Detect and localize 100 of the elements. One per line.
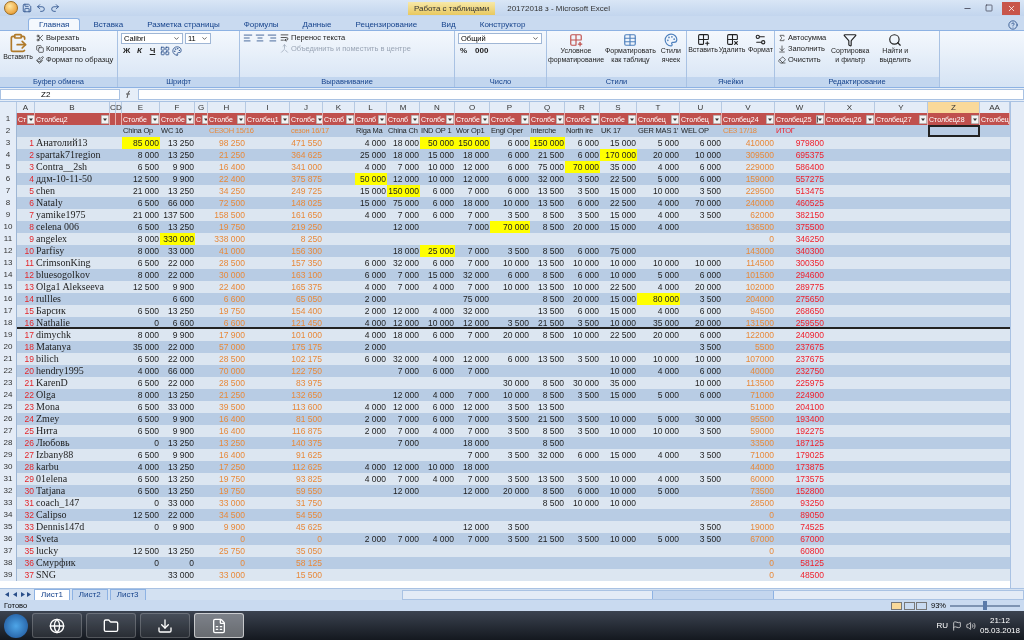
vertical-scrollbar[interactable] — [1010, 102, 1024, 588]
filter-dropdown-button[interactable] — [411, 114, 419, 124]
thousands-button[interactable]: 000 — [475, 46, 489, 55]
row-header[interactable]: 37 — [0, 545, 17, 557]
row-header[interactable]: 30 — [0, 461, 17, 473]
row-header[interactable]: 33 — [0, 497, 17, 509]
filter-dropdown-button[interactable] — [281, 114, 289, 124]
filter-dropdown-button[interactable] — [101, 114, 109, 124]
filter-dropdown-button[interactable] — [378, 114, 386, 124]
sort-filter-button[interactable] — [816, 114, 824, 124]
underline-button[interactable]: Ч — [147, 46, 158, 56]
italic-button[interactable]: К — [134, 46, 145, 56]
ribbon-tab[interactable]: Рецензирование — [344, 18, 429, 30]
row-header[interactable]: 4 — [0, 149, 17, 161]
row-header[interactable]: 29 — [0, 449, 17, 461]
filter-dropdown-button[interactable] — [237, 114, 245, 124]
filter-dropdown-button[interactable] — [481, 114, 489, 124]
horizontal-scrollbar[interactable] — [402, 589, 1024, 600]
ribbon-tab[interactable]: Вставка — [82, 18, 135, 30]
row-header[interactable]: 16 — [0, 293, 17, 305]
filter-dropdown-button[interactable] — [866, 114, 874, 124]
clock[interactable]: 21:12 05.03.2018 — [979, 615, 1020, 636]
row-header[interactable]: 14 — [0, 269, 17, 281]
row-header[interactable]: 36 — [0, 533, 17, 545]
filter-dropdown-button[interactable] — [971, 114, 979, 124]
row-header[interactable]: 3 — [0, 137, 17, 149]
ribbon-tab[interactable]: Конструктор — [468, 18, 537, 30]
filter-dropdown-button[interactable] — [186, 114, 194, 124]
row-header[interactable]: 13 — [0, 257, 17, 269]
ribbon-tab[interactable]: Разметка страницы — [136, 18, 231, 30]
row-header[interactable]: 35 — [0, 521, 17, 533]
row-header[interactable]: 39 — [0, 569, 17, 581]
ribbon-tab[interactable]: Данные — [291, 18, 343, 30]
help-icon[interactable] — [1008, 20, 1018, 30]
start-button[interactable] — [4, 613, 28, 638]
row-header[interactable]: 5 — [0, 161, 17, 173]
filter-dropdown-button[interactable] — [27, 114, 34, 124]
row-header[interactable]: 24 — [0, 389, 17, 401]
taskbar-button[interactable] — [140, 613, 190, 638]
zoom-slider[interactable] — [950, 604, 1020, 607]
row-header[interactable]: 21 — [0, 353, 17, 365]
filter-dropdown-button[interactable] — [713, 114, 721, 124]
taskbar-button[interactable] — [86, 613, 136, 638]
filter-dropdown-button[interactable] — [556, 114, 564, 124]
row-header[interactable]: 23 — [0, 377, 17, 389]
filter-dropdown-button[interactable] — [628, 114, 636, 124]
view-icon[interactable] — [891, 601, 927, 610]
active-cell[interactable] — [928, 125, 980, 137]
row-header[interactable]: 11 — [0, 233, 17, 245]
flag-icon[interactable] — [951, 620, 962, 631]
taskbar-button[interactable] — [32, 613, 82, 638]
row-header[interactable]: 7 — [0, 185, 17, 197]
name-box[interactable]: Z2 — [0, 89, 120, 100]
row-header[interactable]: 8 — [0, 197, 17, 209]
save-icon[interactable] — [22, 3, 32, 13]
row-header[interactable]: 15 — [0, 281, 17, 293]
row-header[interactable]: 12 — [0, 245, 17, 257]
row-header[interactable]: 26 — [0, 413, 17, 425]
borders-icon[interactable] — [160, 46, 170, 56]
volume-icon[interactable] — [965, 620, 976, 631]
row-header[interactable]: 38 — [0, 557, 17, 569]
office-button[interactable] — [4, 1, 18, 15]
row-header[interactable]: 25 — [0, 401, 17, 413]
filter-dropdown-button[interactable] — [919, 114, 927, 124]
row-header[interactable]: 19 — [0, 329, 17, 341]
ribbon-tab[interactable]: Формулы — [232, 18, 290, 30]
row-header[interactable]: 27 — [0, 425, 17, 437]
row-header[interactable]: 20 — [0, 341, 17, 353]
sheet-tab[interactable]: Лист3 — [109, 588, 146, 601]
filter-dropdown-button[interactable] — [521, 114, 529, 124]
sheet-tab[interactable]: Лист2 — [71, 588, 108, 601]
filter-dropdown-button[interactable] — [151, 114, 159, 124]
filter-dropdown-button[interactable] — [591, 114, 599, 124]
filter-dropdown-button[interactable] — [446, 114, 454, 124]
sheet-nav-icon[interactable] — [4, 591, 32, 598]
row-header[interactable]: 10 — [0, 221, 17, 233]
language-indicator[interactable]: RU — [936, 621, 948, 630]
filter-dropdown-button[interactable] — [315, 114, 322, 124]
ribbon-tab[interactable]: Вид — [430, 18, 467, 30]
row-header[interactable]: 31 — [0, 473, 17, 485]
row-header[interactable]: 1 — [0, 113, 17, 125]
ribbon-tab[interactable]: Главная — [28, 18, 81, 30]
close-button[interactable] — [1002, 1, 1020, 15]
zoom-thumb[interactable] — [983, 600, 987, 610]
sheet-tab[interactable]: Лист1 — [34, 588, 70, 601]
redo-icon[interactable] — [50, 3, 60, 13]
row-header[interactable]: 34 — [0, 509, 17, 521]
undo-icon[interactable] — [36, 3, 46, 13]
filter-dropdown-button[interactable] — [346, 114, 354, 124]
bold-button[interactable]: Ж — [121, 46, 132, 56]
row-header[interactable]: 6 — [0, 173, 17, 185]
row-header[interactable]: 28 — [0, 437, 17, 449]
column-header[interactable]: Z — [928, 102, 980, 114]
filter-dropdown-button[interactable] — [671, 114, 679, 124]
filter-dropdown-button[interactable] — [766, 114, 774, 124]
row-header[interactable]: 18 — [0, 317, 17, 329]
row-header[interactable]: 9 — [0, 209, 17, 221]
percent-button[interactable]: % — [458, 46, 469, 55]
row-header[interactable]: 2 — [0, 125, 17, 137]
row-header[interactable]: 17 — [0, 305, 17, 317]
